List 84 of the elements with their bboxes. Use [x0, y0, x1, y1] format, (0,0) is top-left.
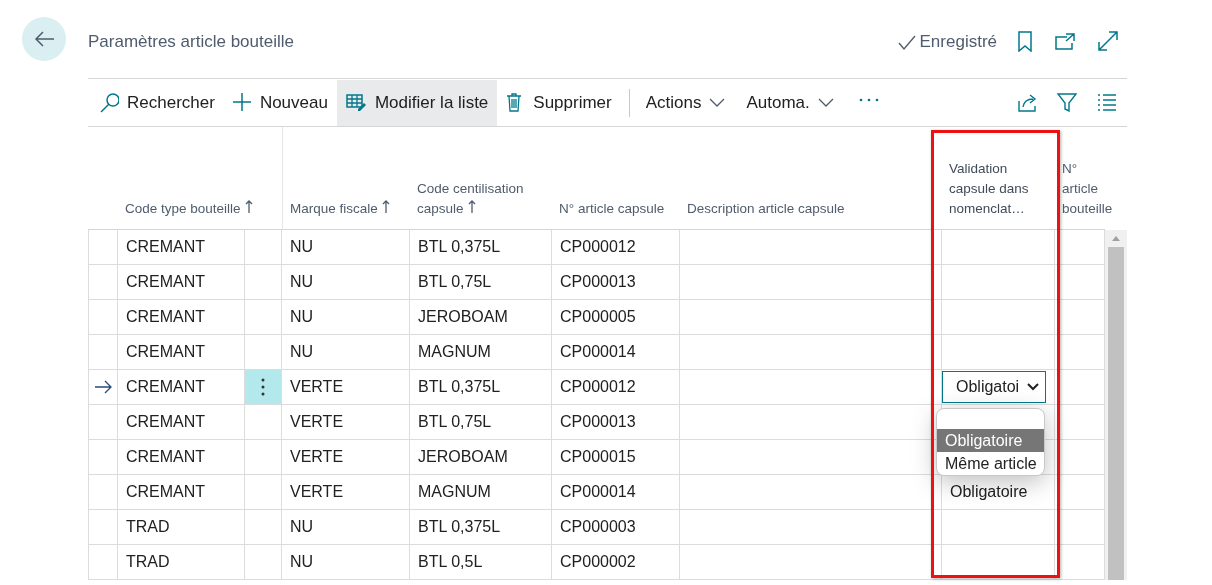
table-cell	[245, 440, 282, 475]
table-cell: CP000013	[552, 265, 680, 300]
chevron-down-icon	[817, 97, 834, 108]
table-cell: BTL 0,5L	[410, 545, 552, 580]
delete-button[interactable]: Supprimer	[497, 79, 621, 126]
column-header[interactable]: Description article capsule	[687, 199, 845, 219]
table-cell: JEROBOAM	[410, 440, 552, 475]
table-cell: CREMANT	[118, 440, 245, 475]
column-header[interactable]: Marque fiscale	[290, 199, 390, 219]
check-icon	[897, 33, 916, 51]
table-cell: MAGNUM	[410, 475, 552, 510]
table-cell: NU	[282, 300, 410, 335]
table-cell: CREMANT	[118, 405, 245, 440]
table-cell: CREMANT	[118, 265, 245, 300]
table-cell: JEROBOAM	[410, 300, 552, 335]
table-cell: BTL 0,375L	[410, 230, 552, 265]
table-cell: NU	[282, 335, 410, 370]
table-cell: BTL 0,75L	[410, 265, 552, 300]
table-cell: CP000014	[552, 335, 680, 370]
search-icon	[100, 92, 119, 113]
table-cell: TRAD	[118, 545, 245, 580]
bookmark-icon[interactable]	[1017, 30, 1033, 52]
table-cell: CP000003	[552, 510, 680, 545]
table-cell: Obligatoire	[942, 475, 1055, 510]
dropdown-field[interactable]: Obligatoi	[942, 371, 1046, 403]
table-cell: NU	[282, 545, 410, 580]
page-title: Paramètres article bouteille	[88, 31, 295, 52]
table-cell: CP000014	[552, 475, 680, 510]
table-cell: CREMANT	[118, 230, 245, 265]
dropdown-option[interactable]: Même article	[937, 452, 1044, 475]
table-cell: BTL 0,375L	[410, 510, 552, 545]
menu-button[interactable]: Automa.	[738, 79, 847, 126]
scroll-up-icon	[1112, 236, 1120, 241]
column-header[interactable]: Validation capsule dans nomenclat…	[949, 159, 1051, 219]
table-cell	[245, 510, 282, 545]
dropdown-option[interactable]: Obligatoire	[937, 429, 1044, 452]
open-new-window-icon[interactable]	[1055, 32, 1075, 50]
table-edit-icon	[345, 92, 367, 113]
filter-icon[interactable]	[1057, 93, 1077, 112]
table-cell: CP000015	[552, 440, 680, 475]
table-cell: CP000012	[552, 370, 680, 405]
table-cell	[245, 265, 282, 300]
table-cell: NU	[282, 510, 410, 545]
list-view-icon[interactable]	[1097, 93, 1117, 112]
table-cell: NU	[282, 230, 410, 265]
table-cell: CP000002	[552, 545, 680, 580]
column-header[interactable]: Code centilisation capsule	[417, 179, 548, 219]
table-cell: CREMANT	[118, 475, 245, 510]
table-cell	[245, 300, 282, 335]
table-cell	[245, 475, 282, 510]
saved-status: Enregistré	[919, 32, 997, 52]
table-cell: MAGNUM	[410, 335, 552, 370]
plus-icon	[232, 92, 252, 113]
table-cell: VERTE	[282, 440, 410, 475]
column-header[interactable]: N° article bouteille	[1062, 159, 1113, 219]
table-cell: CP000012	[552, 230, 680, 265]
vertical-dots-icon	[261, 378, 265, 396]
chevron-down-icon	[1027, 383, 1039, 391]
expand-icon[interactable]	[1097, 30, 1119, 52]
table-cell: BTL 0,375L	[410, 370, 552, 405]
chevron-down-icon	[709, 97, 726, 108]
table-cell: CP000005	[552, 300, 680, 335]
table-cell: TRAD	[118, 510, 245, 545]
table-cell: CREMANT	[118, 300, 245, 335]
back-arrow-icon	[33, 30, 55, 48]
back-button[interactable]	[22, 17, 66, 61]
table-cell: CREMANT	[118, 335, 245, 370]
column-header[interactable]: Code type bouteille	[125, 199, 253, 219]
table-cell: CP000013	[552, 405, 680, 440]
table-cell	[245, 405, 282, 440]
table-cell: VERTE	[282, 405, 410, 440]
table-cell: BTL 0,75L	[410, 405, 552, 440]
table-cell	[245, 545, 282, 580]
edit-button[interactable]: Modifier la liste	[336, 79, 498, 126]
more-options-icon	[858, 97, 879, 102]
menu-button[interactable]: Actions	[637, 79, 739, 126]
search-button[interactable]: Rechercher	[88, 79, 224, 126]
scrollbar[interactable]	[1105, 230, 1127, 580]
new-button[interactable]: Nouveau	[223, 79, 337, 126]
table-cell: VERTE	[282, 475, 410, 510]
share-icon[interactable]	[1017, 93, 1037, 112]
table-cell: NU	[282, 265, 410, 300]
column-header[interactable]: N° article capsule	[559, 199, 665, 219]
table-cell: VERTE	[282, 370, 410, 405]
